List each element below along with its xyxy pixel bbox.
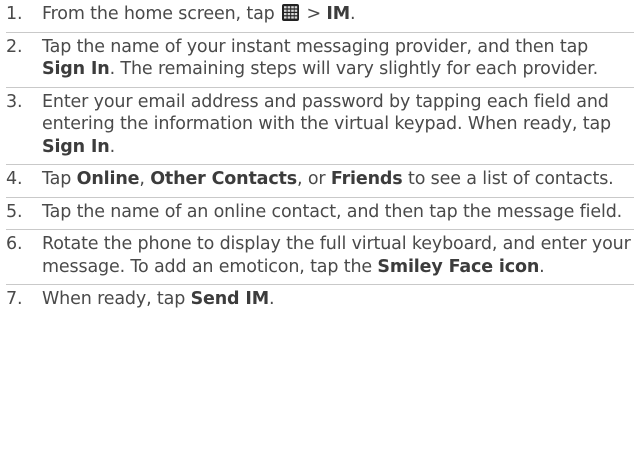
step-text: When ready, tap Send IM. bbox=[42, 289, 275, 309]
step-number: 5. bbox=[6, 201, 23, 222]
step-text: Rotate the phone to display the full vir… bbox=[42, 234, 631, 277]
step-4: 4. Tap Online, Other Contacts, or Friend… bbox=[6, 165, 634, 198]
step-number: 2. bbox=[6, 36, 23, 57]
text-run: When ready, tap bbox=[42, 289, 191, 309]
step-number: 6. bbox=[6, 234, 23, 254]
text-run: to see a list of contacts. bbox=[402, 169, 614, 189]
step-number: 7. bbox=[6, 289, 23, 309]
text-run: , bbox=[139, 169, 151, 189]
step-text: Tap the name of an online contact, and t… bbox=[42, 202, 622, 222]
text-run: From the home screen, tap bbox=[42, 4, 281, 24]
step-2: 2. Tap the name of your instant messagin… bbox=[6, 33, 634, 88]
friends-label: Friends bbox=[330, 169, 403, 189]
step-text: Tap Online, Other Contacts, or Friends t… bbox=[42, 169, 614, 189]
text-run: Tap the name of your instant messaging p… bbox=[42, 36, 589, 57]
text-run: > bbox=[301, 4, 327, 24]
step-6: 6. Rotate the phone to display the full … bbox=[6, 230, 634, 285]
step-3: 3. Enter your email address and password… bbox=[6, 88, 634, 165]
menu-item-im: IM bbox=[326, 4, 351, 24]
text-run: . The remaining steps will vary slightly… bbox=[109, 59, 599, 79]
text-run: . bbox=[269, 289, 275, 309]
text-run: . bbox=[539, 256, 545, 277]
text-run: . bbox=[109, 136, 116, 157]
text-run: Tap bbox=[42, 169, 77, 189]
step-1: 1. From the home screen, tap > IM. bbox=[6, 0, 634, 33]
step-5: 5. Tap the name of an online contact, an… bbox=[6, 198, 634, 230]
step-text: Tap the name of your instant messaging p… bbox=[42, 37, 598, 80]
sign-in-label: Sign In bbox=[42, 59, 110, 79]
online-label: Online bbox=[76, 169, 140, 189]
step-text: Enter your email address and password by… bbox=[42, 92, 611, 157]
other-contacts-label: Other Contacts bbox=[150, 169, 298, 189]
step-number: 3. bbox=[6, 91, 23, 112]
step-number: 4. bbox=[6, 169, 23, 189]
smiley-face-icon-label: Smiley Face icon bbox=[377, 256, 540, 277]
apps-grid-icon bbox=[282, 4, 300, 21]
step-7: 7. When ready, tap Send IM. bbox=[6, 285, 634, 317]
text-run: Enter your email address and password by… bbox=[42, 91, 611, 135]
send-im-label: Send IM bbox=[190, 289, 270, 309]
text-run: , or bbox=[297, 169, 331, 189]
step-text: From the home screen, tap > IM. bbox=[42, 4, 356, 24]
sign-in-label: Sign In bbox=[42, 136, 110, 157]
step-number: 1. bbox=[6, 4, 23, 24]
text-run: Tap the name of an online contact, and t… bbox=[42, 201, 623, 222]
instruction-list: 1. From the home screen, tap > IM. 2. Ta… bbox=[6, 0, 634, 317]
text-run: . bbox=[350, 4, 356, 24]
